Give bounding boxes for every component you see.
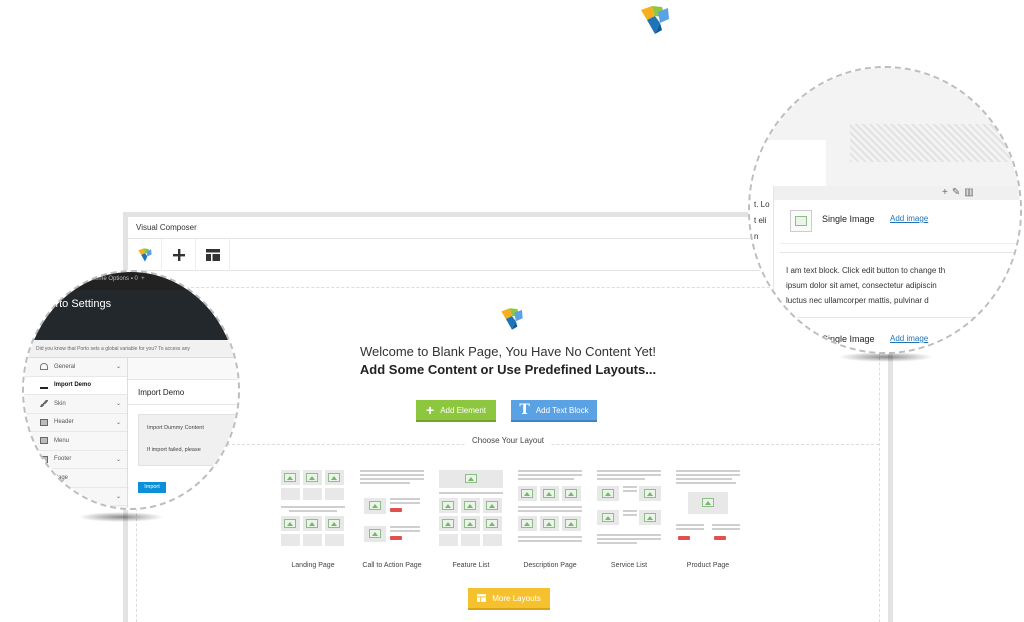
single-image-element[interactable]: Single Image Add image: [780, 200, 1020, 244]
layout-description-page[interactable]: Description Page: [518, 470, 582, 569]
import-dummy-label: Import Dummy Content: [147, 425, 204, 431]
templates-toolbar-button[interactable]: [196, 238, 230, 271]
single-image-element[interactable]: Single Image Add image: [780, 326, 1020, 352]
sidebar-item-more[interactable]: ⌄: [24, 488, 127, 506]
stage: Visual Composer Welcome to Blank Page, Y…: [0, 0, 1024, 622]
layout-icon: [40, 455, 48, 463]
more-layouts-button[interactable]: More Layouts: [468, 588, 550, 610]
element-tools[interactable]: +✎▥: [942, 187, 978, 198]
element-magnifier: t. Lo t eli n +✎▥ Single Image Add image…: [748, 66, 1022, 354]
single-image-title: Single Image: [822, 214, 875, 224]
layout-thumbnail: [597, 470, 661, 548]
brush-icon: [40, 400, 48, 408]
layout-thumbnail: [518, 470, 582, 548]
layout-thumbnail: [676, 470, 740, 548]
layout-landing-page[interactable]: Landing Page: [281, 470, 345, 569]
more-layouts-label: More Layouts: [492, 593, 541, 603]
single-image-title: Single Image: [822, 334, 875, 344]
import-failed-text: If import failed, please: [147, 447, 201, 453]
layout-thumbnail: [360, 470, 424, 548]
element-panel: Single Image Add image I am text block. …: [780, 200, 1020, 352]
porto-info-text: Did you know that Porto sets a global va…: [24, 340, 238, 358]
plus-icon[interactable]: +: [942, 187, 952, 198]
layout-icon: [40, 418, 48, 426]
layout-label: Service List: [610, 562, 648, 569]
divider: [128, 404, 238, 405]
sidebar-item-page[interactable]: Page: [24, 469, 127, 488]
sidebar-item-footer[interactable]: Footer ⌄: [24, 451, 127, 469]
plus-icon: [172, 248, 185, 261]
add-text-block-label: Add Text Block: [535, 405, 589, 415]
magnifier-shadow: [78, 512, 164, 522]
layout-service-list[interactable]: Service List: [597, 470, 661, 569]
import-button[interactable]: Import: [138, 482, 166, 493]
import-box: Import Dummy Content If import failed, p…: [138, 414, 238, 466]
trash-icon[interactable]: ▥: [964, 187, 977, 198]
placeholder-hatch: [850, 124, 1020, 162]
add-image-link[interactable]: Add image: [890, 334, 928, 343]
chevron-down-icon: ⌄: [115, 456, 121, 463]
text-block-element[interactable]: I am text block. Click edit button to ch…: [780, 252, 1020, 318]
porto-main-panel: Import Demo Import Dummy Content If impo…: [128, 358, 238, 508]
porto-settings-title: Porto Settings: [42, 298, 112, 310]
sidebar-item-header[interactable]: Header ⌄: [24, 414, 127, 432]
layout-thumbnail: [281, 470, 345, 548]
layout-label: Landing Page: [291, 562, 335, 569]
vc-logo-icon: [137, 247, 152, 262]
vc-logo-button[interactable]: [128, 238, 162, 271]
add-image-link[interactable]: Add image: [890, 214, 928, 223]
download-icon: [40, 382, 48, 389]
porto-sidebar: General ⌄ Import Demo Skin ⌄ Header ⌄ Menu …: [24, 358, 128, 508]
vc-logo-icon: [501, 308, 523, 330]
chevron-down-icon: ⌄: [115, 493, 121, 500]
welcome-subheading: Add Some Content or Use Predefined Layou…: [359, 362, 657, 377]
layout-product-page[interactable]: Product Page: [676, 470, 740, 569]
left-column-text: t. Lo t eli n: [750, 186, 774, 352]
layout-icon: [40, 437, 48, 445]
sidebar-item-menu[interactable]: Menu: [24, 432, 127, 451]
choose-layout-label: Choose Your Layout: [137, 436, 879, 445]
layout-label: Feature List: [452, 562, 490, 569]
sidebar-item-general[interactable]: General ⌄: [24, 358, 127, 377]
chevron-down-icon: ⌄: [115, 419, 121, 426]
layout-label: Call to Action Page: [362, 562, 422, 569]
porto-settings-magnifier: Theme Options ▪ 0 + Porto Settings Did y…: [22, 270, 240, 510]
panel-toolbar: [128, 358, 238, 380]
layout-call-to-action-page[interactable]: Call to Action Page: [360, 470, 424, 569]
admin-bar: Theme Options ▪ 0 +: [24, 272, 238, 290]
image-icon: [790, 210, 812, 232]
visual-composer-logo: [641, 6, 669, 34]
layout-thumbnail: [439, 470, 503, 548]
add-element-button[interactable]: + Add Element: [416, 400, 496, 422]
plus-icon: +: [426, 402, 435, 418]
layout-feature-list[interactable]: Feature List: [439, 470, 503, 569]
layout-icon: [477, 594, 487, 602]
chevron-down-icon: ⌄: [115, 401, 121, 408]
element-controls: +✎▥: [774, 186, 1020, 200]
text-icon: T: [519, 402, 530, 418]
layout-label: Description Page: [523, 562, 577, 569]
import-demo-title: Import Demo: [138, 388, 185, 397]
add-element-toolbar-button[interactable]: [162, 238, 196, 271]
pencil-icon[interactable]: ✎: [952, 187, 964, 198]
add-text-block-button[interactable]: T Add Text Block: [511, 400, 597, 422]
white-block: [750, 140, 826, 186]
layout-icon: [205, 248, 220, 261]
add-element-label: Add Element: [440, 405, 486, 415]
gauge-icon: [40, 363, 48, 371]
sidebar-item-import-demo[interactable]: Import Demo: [24, 376, 127, 395]
chevron-down-icon: ⌄: [115, 364, 121, 371]
layout-label: Product Page: [686, 562, 730, 569]
sidebar-item-skin[interactable]: Skin ⌄: [24, 395, 127, 414]
